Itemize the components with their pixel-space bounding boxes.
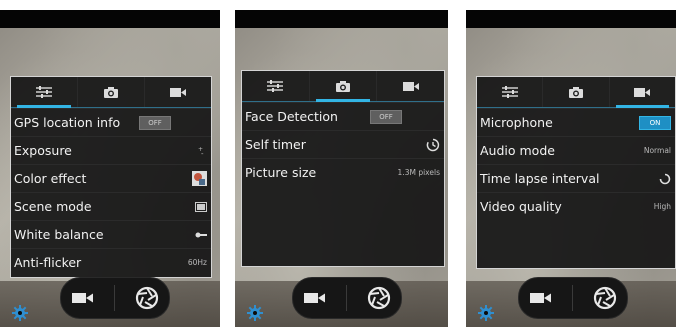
- video-camera-icon[interactable]: [71, 291, 95, 305]
- tab-video[interactable]: [610, 77, 675, 108]
- screen-video-settings: Microphone ON Audio mode Normal Time lap…: [466, 10, 676, 327]
- exposure-icon: + -: [198, 146, 204, 157]
- setting-label: Video quality: [480, 199, 562, 214]
- timer-icon: [426, 138, 440, 151]
- settings-panel: GPS location info OFF Exposure + - Color…: [10, 76, 212, 278]
- setting-label: White balance: [14, 227, 104, 242]
- divider: [114, 285, 116, 311]
- general-settings-sliders-icon: [501, 86, 518, 98]
- setting-row-scene-mode[interactable]: Scene mode: [11, 192, 211, 220]
- setting-row-self-timer[interactable]: Self timer: [242, 130, 444, 158]
- setting-row-color-effect[interactable]: Color effect: [11, 164, 211, 192]
- shutter-icon[interactable]: [593, 286, 617, 310]
- camera-tab-icon: [104, 86, 118, 98]
- divider: [346, 285, 348, 311]
- white-balance-icon: [195, 232, 207, 237]
- scene-mode-icon: [195, 201, 207, 212]
- settings-gear-icon[interactable]: [12, 305, 28, 321]
- video-tab-icon: [634, 87, 651, 97]
- setting-row-video-quality[interactable]: Video quality High: [477, 192, 675, 220]
- microphone-toggle[interactable]: ON: [639, 115, 671, 130]
- camera-tab-icon: [568, 86, 583, 98]
- tab-camera[interactable]: [543, 77, 610, 107]
- shutter-icon[interactable]: [367, 286, 391, 310]
- general-settings-sliders-icon: [267, 80, 284, 92]
- gps-toggle[interactable]: OFF: [139, 115, 171, 130]
- setting-row-time-lapse[interactable]: Time lapse interval: [477, 164, 675, 192]
- setting-row-white-balance[interactable]: White balance: [11, 220, 211, 248]
- setting-row-microphone[interactable]: Microphone ON: [477, 108, 675, 136]
- tab-video[interactable]: [145, 77, 211, 107]
- screen-camera-settings: Face Detection OFF Self timer Picture si…: [235, 10, 448, 327]
- settings-tabs: [242, 71, 444, 102]
- tab-camera[interactable]: [310, 71, 378, 102]
- video-tab-icon: [170, 87, 186, 97]
- setting-row-face-detection[interactable]: Face Detection OFF: [242, 102, 444, 130]
- setting-label: Picture size: [245, 165, 317, 180]
- settings-tabs: [477, 77, 675, 108]
- screen-general-settings: GPS location info OFF Exposure + - Color…: [0, 10, 220, 327]
- setting-row-exposure[interactable]: Exposure + -: [11, 136, 211, 164]
- setting-value: 60Hz: [187, 258, 207, 267]
- divider: [572, 285, 574, 311]
- tab-general[interactable]: [242, 71, 310, 101]
- color-effect-thumbnail-icon: [192, 171, 207, 186]
- shutter-icon[interactable]: [135, 286, 159, 310]
- tab-video[interactable]: [377, 71, 444, 101]
- video-camera-icon[interactable]: [303, 291, 327, 305]
- tab-camera[interactable]: [78, 77, 145, 107]
- setting-label: Self timer: [245, 137, 306, 152]
- face-detection-toggle[interactable]: OFF: [370, 109, 402, 124]
- settings-gear-icon[interactable]: [247, 305, 263, 321]
- capture-controls: [518, 277, 628, 319]
- setting-label: Time lapse interval: [480, 171, 600, 186]
- capture-controls: [60, 277, 170, 319]
- setting-value: High: [653, 202, 671, 211]
- setting-row-anti-flicker[interactable]: Anti-flicker 60Hz: [11, 248, 211, 276]
- setting-row-gps[interactable]: GPS location info OFF: [11, 108, 211, 136]
- setting-label: Audio mode: [480, 143, 555, 158]
- tab-general[interactable]: [477, 77, 544, 107]
- setting-label: GPS location info: [14, 115, 121, 130]
- setting-label: Exposure: [14, 143, 72, 158]
- setting-label: Microphone: [480, 115, 553, 130]
- setting-label: Color effect: [14, 171, 87, 186]
- settings-panel: Microphone ON Audio mode Normal Time lap…: [476, 76, 676, 269]
- settings-tabs: [11, 77, 211, 108]
- setting-label: Scene mode: [14, 199, 92, 214]
- setting-value: Normal: [643, 146, 671, 155]
- setting-label: Face Detection: [245, 109, 338, 124]
- status-bar: [466, 10, 676, 28]
- video-camera-icon[interactable]: [529, 291, 553, 305]
- setting-label: Anti-flicker: [14, 255, 82, 270]
- setting-row-audio-mode[interactable]: Audio mode Normal: [477, 136, 675, 164]
- svg-text:-: -: [201, 150, 204, 157]
- video-tab-icon: [402, 81, 419, 91]
- setting-value: 1.3M pixels: [397, 168, 440, 177]
- tab-general[interactable]: [11, 77, 78, 108]
- status-bar: [0, 10, 220, 28]
- general-settings-sliders-icon: [36, 86, 52, 98]
- settings-panel: Face Detection OFF Self timer Picture si…: [241, 70, 445, 267]
- setting-row-picture-size[interactable]: Picture size 1.3M pixels: [242, 158, 444, 186]
- capture-controls: [292, 277, 402, 319]
- camera-tab-icon: [336, 80, 350, 92]
- time-lapse-icon: [659, 173, 671, 184]
- status-bar: [235, 10, 448, 28]
- settings-gear-icon[interactable]: [478, 305, 494, 321]
